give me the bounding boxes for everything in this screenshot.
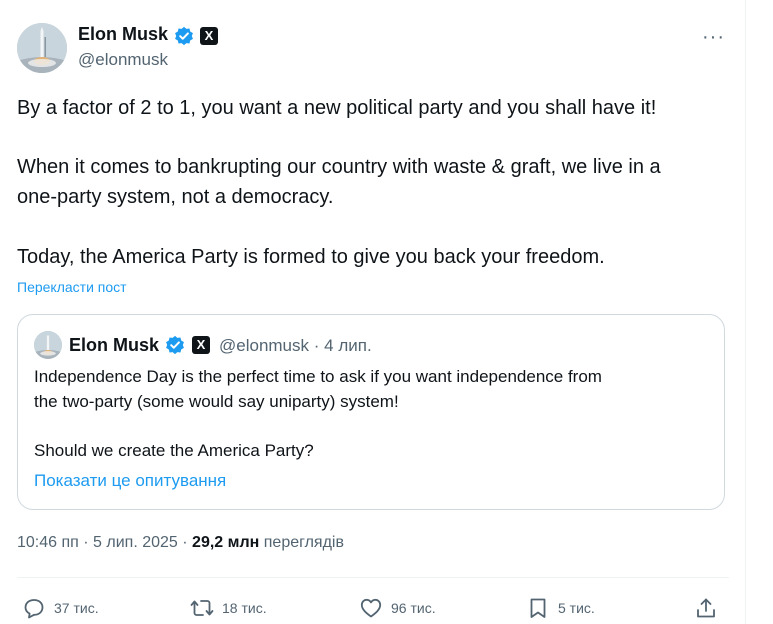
tweet-text-line: When it comes to bankrupting our country… <box>17 156 661 178</box>
share-button[interactable] <box>694 596 726 620</box>
tweet-meta: 10:46 пп · 5 лип. 2025 · 29,2 млн перегл… <box>17 534 344 552</box>
like-button[interactable]: 96 тис. <box>359 596 436 620</box>
x-logo-icon: X <box>192 336 210 354</box>
x-logo-icon: X <box>200 27 218 45</box>
reply-icon <box>24 599 44 619</box>
quoted-tweet[interactable]: Elon Musk X @elonmusk · 4 лип. Independe… <box>17 314 725 510</box>
repost-icon <box>190 600 214 616</box>
repost-count: 18 тис. <box>222 600 267 616</box>
tweet-time[interactable]: 10:46 пп <box>17 534 79 551</box>
like-count: 96 тис. <box>391 600 436 616</box>
quoted-text-line: the two-party (some would say uniparty) … <box>34 392 399 411</box>
like-icon <box>360 598 382 618</box>
bookmark-count: 5 тис. <box>558 600 595 616</box>
bookmark-icon <box>530 598 546 618</box>
show-poll-link[interactable]: Показати це опитування <box>34 471 226 491</box>
tweet-text-line: one-party system, not a democracy. <box>17 186 334 208</box>
reply-button[interactable]: 37 тис. <box>22 596 99 620</box>
rocket-launch-image <box>17 23 67 73</box>
more-icon[interactable]: ··· <box>702 26 725 49</box>
quoted-handle[interactable]: @elonmusk <box>219 336 309 355</box>
tweet-date[interactable]: 5 лип. 2025 <box>93 534 178 551</box>
views-count: 29,2 млн <box>192 534 260 551</box>
avatar[interactable] <box>17 23 67 73</box>
quoted-avatar[interactable] <box>34 331 62 359</box>
author-handle[interactable]: @elonmusk <box>78 50 168 70</box>
views-label: переглядів <box>263 534 344 551</box>
column-border <box>745 0 746 624</box>
quoted-author-name[interactable]: Elon Musk <box>69 335 159 356</box>
quoted-text-line: Should we create the America Party? <box>34 441 314 460</box>
repost-button[interactable]: 18 тис. <box>190 596 267 620</box>
verified-badge-icon <box>175 26 193 46</box>
tweet-text-line: Today, the America Party is formed to gi… <box>17 246 605 268</box>
tweet-text-line: By a factor of 2 to 1, you want a new po… <box>17 97 657 119</box>
reply-count: 37 тис. <box>54 600 99 616</box>
quoted-date[interactable]: 4 лип. <box>324 336 372 355</box>
author-name[interactable]: Elon Musk <box>78 24 168 45</box>
bookmark-button[interactable]: 5 тис. <box>526 596 595 620</box>
meta-separator: · <box>313 336 320 355</box>
quoted-meta: @elonmusk · 4 лип. <box>219 336 372 356</box>
translate-post-link[interactable]: Перекласти пост <box>17 279 127 295</box>
divider <box>17 577 729 578</box>
quoted-text-line: Independence Day is the perfect time to … <box>34 367 602 386</box>
meta-separator: · <box>83 534 94 551</box>
meta-separator: · <box>182 534 193 551</box>
rocket-launch-image <box>34 331 62 359</box>
verified-badge-icon <box>166 335 184 355</box>
share-icon <box>697 598 715 618</box>
